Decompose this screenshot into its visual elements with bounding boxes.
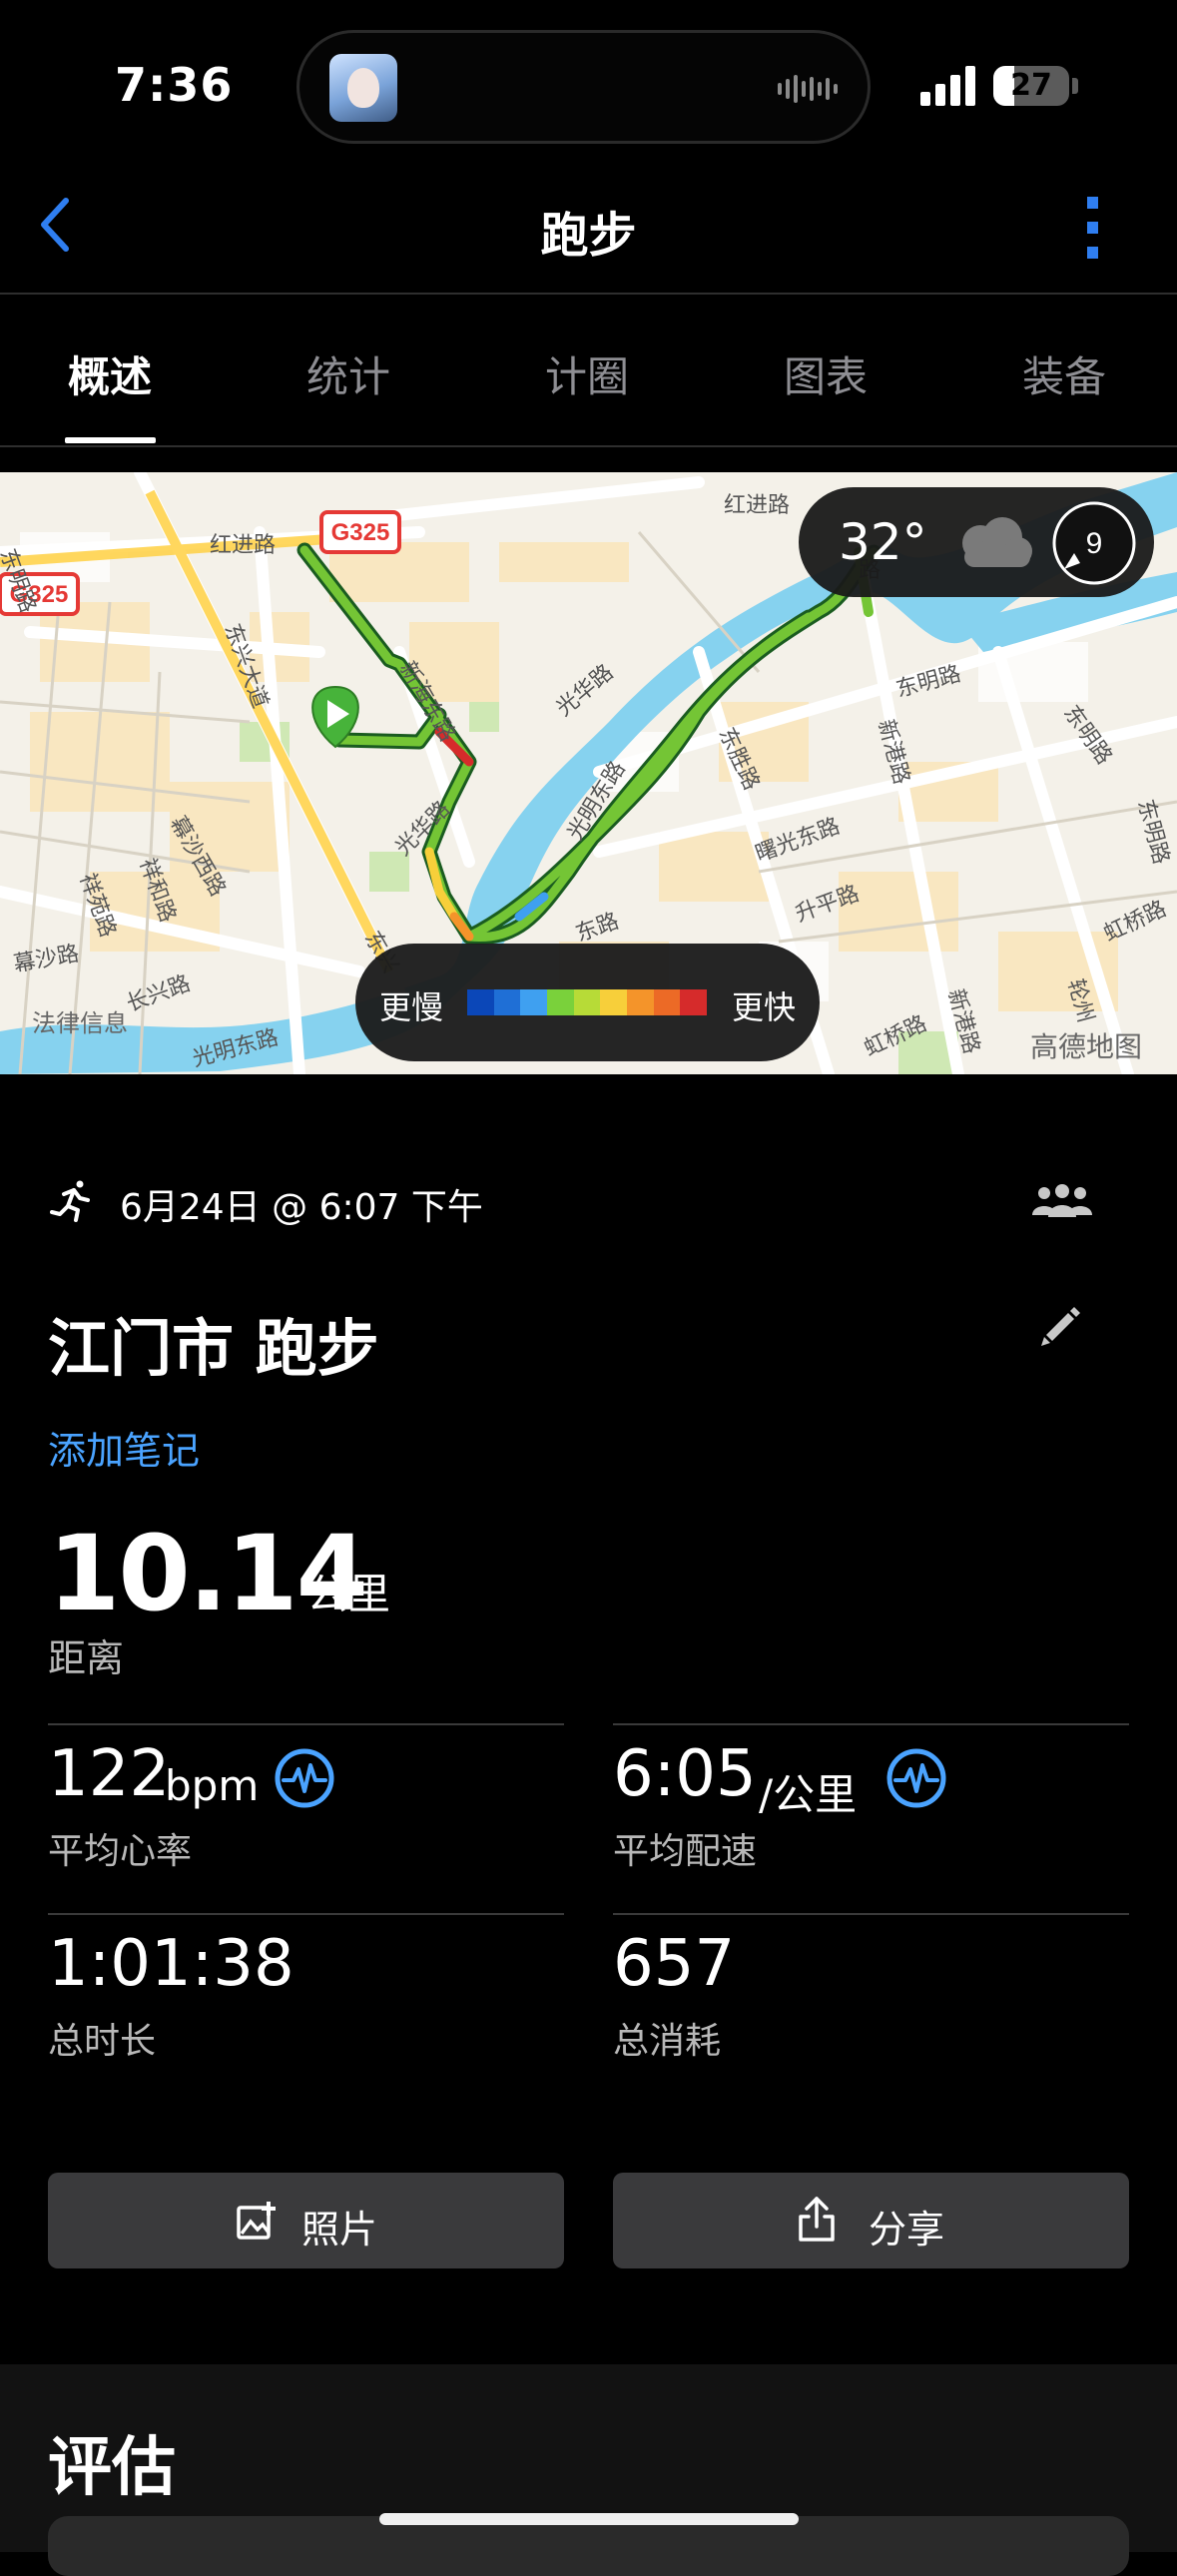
stat-divider <box>48 1913 564 1915</box>
map-label-g325-a: G325 <box>331 519 390 546</box>
map-label: 红进路 <box>724 493 790 518</box>
map-label: 光华路 <box>552 660 619 722</box>
cellular-signal-icon <box>920 66 975 106</box>
share-button[interactable]: 分享 <box>613 2173 1129 2268</box>
wind-direction-icon: 9 <box>1052 501 1136 585</box>
total-calories-value: 657 <box>613 1927 736 2001</box>
photos-button[interactable]: 照片 <box>48 2173 564 2268</box>
pace-color-segment <box>520 989 548 1015</box>
tab-laps[interactable]: 计圈 <box>487 343 687 404</box>
avg-heart-rate-unit: bpm <box>165 1761 260 1810</box>
add-photo-icon <box>237 2202 276 2240</box>
avg-heart-rate-label: 平均心率 <box>48 1831 193 1872</box>
pace-color-segment <box>573 989 601 1015</box>
share-icon <box>799 2197 835 2242</box>
pace-color-segment <box>493 989 521 1015</box>
legal-info-link: 法律信息 <box>32 1009 128 1037</box>
evaluation-title: 评估 <box>48 2431 176 2505</box>
map-label: 幕沙路 <box>12 942 81 977</box>
tab-stats[interactable]: 统计 <box>249 343 448 404</box>
audio-wave-icon <box>778 75 838 103</box>
cloud-icon <box>962 517 1032 567</box>
edit-pencil-icon[interactable] <box>1038 1303 1084 1349</box>
nav-divider <box>0 293 1177 295</box>
heart-rate-chart-icon[interactable] <box>274 1747 335 1809</box>
avg-pace-unit: /公里 <box>759 1770 858 1819</box>
share-button-label: 分享 <box>869 2208 945 2252</box>
more-options-icon[interactable] <box>1078 195 1108 261</box>
legend-faster-label: 更快 <box>732 988 797 1026</box>
dynamic-island[interactable] <box>296 30 871 144</box>
group-people-icon[interactable] <box>1032 1183 1092 1219</box>
battery-icon: 27 <box>993 66 1069 106</box>
tab-charts[interactable]: 图表 <box>726 343 925 404</box>
map-label: 东路 <box>573 909 623 948</box>
pace-gradient-bar <box>467 989 708 1015</box>
battery-tip <box>1072 78 1078 94</box>
photos-button-label: 照片 <box>301 2208 378 2252</box>
total-time-value: 1:01:38 <box>48 1927 294 2001</box>
pace-chart-icon[interactable] <box>885 1747 947 1809</box>
running-icon <box>50 1180 90 1222</box>
total-time-label: 总时长 <box>48 2021 157 2062</box>
distance-label: 距离 <box>48 1636 125 1680</box>
legend-slower-label: 更慢 <box>379 988 444 1026</box>
weather-temperature: 32° <box>839 513 927 571</box>
pace-color-segment <box>627 989 654 1015</box>
add-note-link[interactable]: 添加笔记 <box>48 1420 200 1475</box>
map-label: 长兴路 <box>124 971 195 1017</box>
active-tab-indicator <box>65 437 156 443</box>
page-title: 跑步 <box>540 208 637 264</box>
map-label: 虹桥路 <box>1100 897 1170 948</box>
wind-speed: 9 <box>1086 527 1103 560</box>
stat-divider <box>613 1723 1129 1725</box>
avg-pace-label: 平均配速 <box>613 1831 758 1872</box>
tabs-divider <box>0 445 1177 447</box>
map-label: 红进路 <box>210 533 276 558</box>
pace-legend: 更慢 更快 <box>355 944 820 1061</box>
total-calories-label: 总消耗 <box>613 2021 722 2062</box>
battery-level: 27 <box>1010 68 1052 103</box>
activity-title: 江门市 跑步 <box>48 1312 379 1385</box>
home-indicator[interactable] <box>379 2513 799 2525</box>
now-playing-artwork <box>329 54 397 122</box>
pace-color-segment <box>547 989 574 1015</box>
tab-gear[interactable]: 装备 <box>964 343 1164 404</box>
pace-color-segment <box>467 989 494 1015</box>
activity-datetime: 6月24日 @ 6:07 下午 <box>120 1187 483 1228</box>
distance-unit: 公里 <box>306 1570 391 1618</box>
map-watermark: 高德地图 <box>1030 1030 1142 1063</box>
map-label: 东明路 <box>893 662 963 703</box>
weather-badge: 32° 9 <box>799 487 1154 597</box>
stat-divider <box>48 1723 564 1725</box>
map-label: 东明路 <box>1132 797 1173 867</box>
pace-color-segment <box>600 989 628 1015</box>
stat-divider <box>613 1913 1129 1915</box>
avg-heart-rate-value: 122 <box>48 1737 171 1811</box>
avg-pace-value: 6:05 <box>613 1737 757 1811</box>
tab-overview[interactable]: 概述 <box>10 343 210 404</box>
pace-color-segment <box>680 989 708 1015</box>
evaluation-card[interactable] <box>48 2516 1129 2576</box>
status-time: 7:36 <box>115 58 234 112</box>
map-label: 新港路 <box>873 717 913 787</box>
pace-color-segment <box>653 989 681 1015</box>
